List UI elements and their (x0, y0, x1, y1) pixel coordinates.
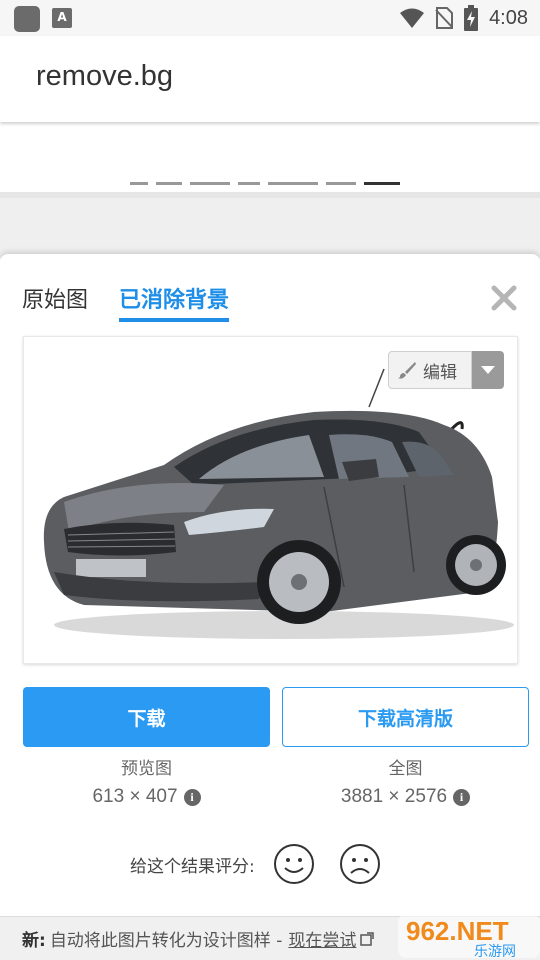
full-size-info: 全图 3881 × 2576 i (282, 756, 529, 812)
preview-dimensions: 613 × 407 (92, 786, 178, 807)
dropdown-arrow-icon (481, 366, 495, 374)
background-page (0, 122, 540, 258)
watermark-brand: 962.NET (406, 916, 509, 946)
preview-size-info: 预览图 613 × 407 i (23, 756, 270, 812)
brush-icon (398, 362, 416, 379)
download-hd-button[interactable]: 下载高清版 (282, 687, 529, 747)
info-icon[interactable]: i (453, 788, 471, 806)
status-bar: A 4:08 (0, 0, 540, 36)
watermark-sub: 乐游网 (474, 944, 516, 960)
tab-background-removed[interactable]: 已消除背景 (119, 282, 230, 322)
close-icon[interactable] (490, 284, 518, 312)
tab-original[interactable]: 原始图 (22, 282, 88, 322)
edit-dropdown-button[interactable] (472, 351, 504, 389)
full-dimensions: 3881 × 2576 (340, 786, 448, 807)
status-time: 4:08 (489, 6, 528, 29)
edit-label: 编辑 (423, 362, 457, 383)
rating-row: 给这个结果评分: (130, 842, 405, 886)
app-icon (14, 6, 40, 32)
result-preview: 编辑 (23, 336, 518, 664)
promo-prefix: 新: (22, 931, 46, 951)
result-sheet: 原始图 已消除背景 编辑 下载 下载高清版 预览图 613 × 407 i 全图… (0, 254, 540, 960)
external-link-icon[interactable] (360, 931, 375, 946)
try-now-link[interactable]: 现在尝试 (288, 926, 356, 951)
page-title: remove.bg (36, 60, 174, 92)
rating-label: 给这个结果评分: (130, 856, 255, 877)
no-sim-icon (435, 7, 454, 29)
app-bar: remove.bg (0, 36, 540, 122)
wifi-icon (400, 8, 425, 28)
preview-label: 预览图 (121, 759, 172, 779)
background-section (0, 198, 540, 258)
promo-text: 自动将此图片转化为设计图样 - (49, 931, 283, 951)
faded-text (130, 176, 410, 188)
frown-icon[interactable] (339, 843, 381, 885)
full-label: 全图 (388, 759, 423, 779)
watermark-logo: 962.NET 乐游网 (398, 914, 540, 960)
smile-icon[interactable] (273, 843, 315, 885)
battery-icon (464, 5, 479, 31)
edit-button[interactable]: 编辑 (388, 351, 472, 389)
download-button[interactable]: 下载 (23, 687, 270, 747)
text-a-icon: A (52, 8, 72, 28)
info-icon[interactable]: i (183, 788, 201, 806)
